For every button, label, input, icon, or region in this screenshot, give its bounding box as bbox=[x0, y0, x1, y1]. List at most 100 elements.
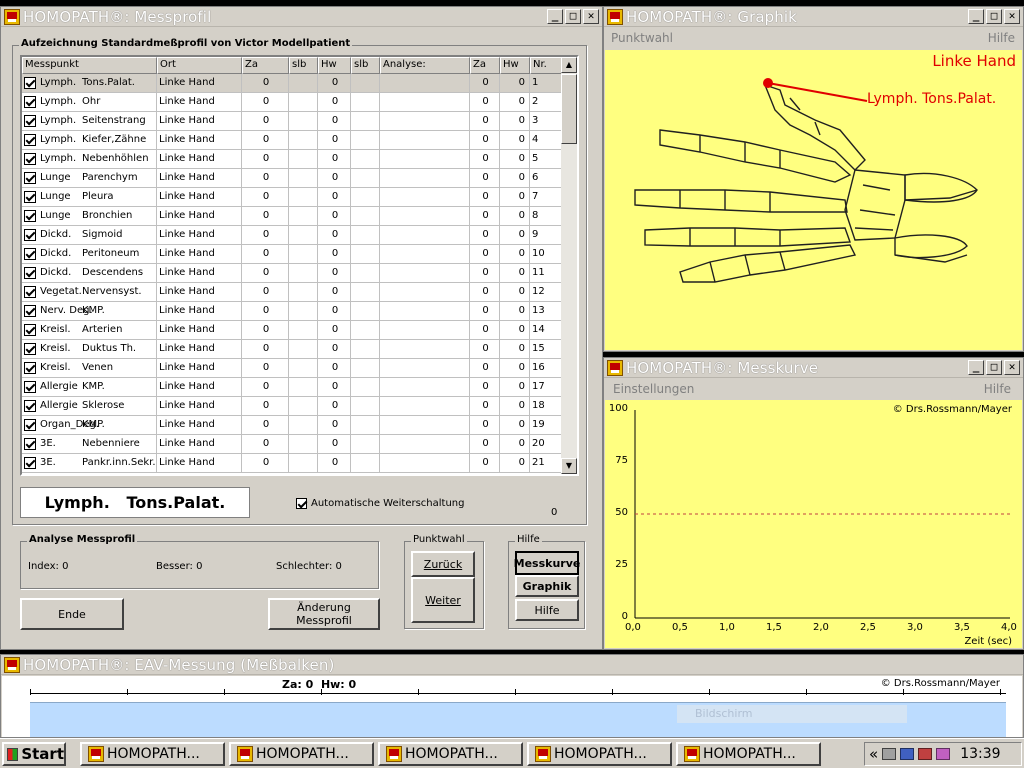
taskbar-item[interactable]: HOMOPATH... bbox=[527, 742, 672, 766]
checkbox-checked-icon[interactable] bbox=[24, 305, 36, 317]
printer-icon[interactable] bbox=[882, 748, 897, 760]
checkbox-checked-icon[interactable] bbox=[24, 267, 36, 279]
taskbar-item[interactable]: HOMOPATH... bbox=[676, 742, 821, 766]
messpunkt-cell[interactable]: Kreisl. Venen bbox=[22, 359, 157, 377]
maximize-button[interactable]: □ bbox=[986, 360, 1002, 375]
messpunkt-cell[interactable]: Lymph. Tons.Palat. bbox=[22, 74, 157, 92]
table-row[interactable]: Lymph. Ohr Linke Hand 0 0 0 0 2 bbox=[22, 93, 565, 112]
column-header[interactable]: Za bbox=[242, 57, 289, 74]
scroll-up-icon[interactable]: ▲ bbox=[561, 57, 577, 73]
messpunkt-cell[interactable]: Lymph. Nebenhöhlen bbox=[22, 150, 157, 168]
table-row[interactable]: Dickd. Sigmoid Linke Hand 0 0 0 0 9 bbox=[22, 226, 565, 245]
graphik-button[interactable]: Graphik bbox=[515, 575, 579, 597]
messpunkt-cell[interactable]: Dickd. Sigmoid bbox=[22, 226, 157, 244]
taskbar-item[interactable]: HOMOPATH... bbox=[80, 742, 225, 766]
measurement-point-marker[interactable] bbox=[763, 78, 773, 88]
table-row[interactable]: Lymph. Seitenstrang Linke Hand 0 0 0 0 3 bbox=[22, 112, 565, 131]
table-row[interactable]: Dickd. Peritoneum Linke Hand 0 0 0 0 10 bbox=[22, 245, 565, 264]
eav-titlebar[interactable]: HOMOPATH®: EAV-Messung (Meßbalken) bbox=[1, 655, 1023, 675]
checkbox-checked-icon[interactable] bbox=[24, 457, 36, 469]
minimize-button[interactable]: _ bbox=[968, 360, 984, 375]
menu-punktwahl[interactable]: Punktwahl bbox=[611, 31, 673, 45]
table-row[interactable]: Lunge Parenchym Linke Hand 0 0 0 0 6 bbox=[22, 169, 565, 188]
checkbox-checked-icon[interactable] bbox=[24, 210, 36, 222]
close-button[interactable]: ✕ bbox=[583, 9, 599, 24]
messpunkt-table[interactable]: Messpunkt Ort Za slb Hw slb Analyse: Za Hw Nr. Ly… bbox=[20, 55, 579, 476]
messpunkt-cell[interactable]: Organ_Deg. KMP. bbox=[22, 416, 157, 434]
hilfe-button[interactable]: Hilfe bbox=[515, 599, 579, 621]
checkbox-checked-icon[interactable] bbox=[24, 343, 36, 355]
taskbar-item[interactable]: HOMOPATH... bbox=[229, 742, 374, 766]
close-button[interactable]: ✕ bbox=[1004, 9, 1020, 24]
column-header[interactable]: Analyse: bbox=[380, 57, 470, 74]
messpunkt-cell[interactable]: Lymph. Kiefer,Zähne bbox=[22, 131, 157, 149]
messpunkt-cell[interactable]: Allergie Sklerose bbox=[22, 397, 157, 415]
checkbox-checked-icon[interactable] bbox=[24, 362, 36, 374]
zurueck-button[interactable]: Zurück bbox=[411, 551, 475, 577]
table-row[interactable]: Lymph. Kiefer,Zähne Linke Hand 0 0 0 0 4 bbox=[22, 131, 565, 150]
table-row[interactable]: Vegetat. Nervensyst. Linke Hand 0 0 0 0 12 bbox=[22, 283, 565, 302]
checkbox-checked-icon[interactable] bbox=[24, 115, 36, 127]
auto-weiterschaltung-checkbox[interactable]: Automatische Weiterschaltung bbox=[296, 498, 464, 509]
table-row[interactable]: Kreisl. Duktus Th. Linke Hand 0 0 0 0 15 bbox=[22, 340, 565, 359]
network-icon[interactable] bbox=[900, 748, 915, 760]
messpunkt-cell[interactable]: Kreisl. Duktus Th. bbox=[22, 340, 157, 358]
messpunkt-cell[interactable]: Vegetat. Nervensyst. bbox=[22, 283, 157, 301]
checkbox-checked-icon[interactable] bbox=[24, 381, 36, 393]
messpunkt-cell[interactable]: 3E. Nebenniere bbox=[22, 435, 157, 453]
checkbox-checked-icon[interactable] bbox=[24, 438, 36, 450]
maximize-button[interactable]: □ bbox=[565, 9, 581, 24]
messpunkt-cell[interactable]: Allergie KMP. bbox=[22, 378, 157, 396]
table-row[interactable]: Allergie KMP. Linke Hand 0 0 0 0 17 bbox=[22, 378, 565, 397]
messkurve-titlebar[interactable]: HOMOPATH®: Messkurve _ □ ✕ bbox=[604, 358, 1023, 378]
checkbox-checked-icon[interactable] bbox=[24, 419, 36, 431]
checkbox-checked-icon[interactable] bbox=[24, 191, 36, 203]
weiter-button[interactable]: Weiter bbox=[411, 577, 475, 623]
checkbox-checked-icon[interactable] bbox=[24, 400, 36, 412]
table-row[interactable]: Lymph. Nebenhöhlen Linke Hand 0 0 0 0 5 bbox=[22, 150, 565, 169]
checkbox-checked-icon[interactable] bbox=[24, 134, 36, 146]
menu-hilfe[interactable]: Hilfe bbox=[984, 382, 1011, 396]
column-header[interactable]: Messpunkt bbox=[22, 57, 157, 74]
column-header[interactable]: Ort bbox=[157, 57, 242, 74]
aenderung-messprofil-button[interactable]: Änderung Messprofil bbox=[268, 598, 380, 630]
messpunkt-cell[interactable]: Dickd. Peritoneum bbox=[22, 245, 157, 263]
hand-graphic-area[interactable]: Linke Hand Lymph. Tons.Palat. bbox=[605, 50, 1022, 350]
messkurve-button[interactable]: Messkurve bbox=[514, 551, 580, 575]
column-header[interactable]: Za bbox=[470, 57, 500, 74]
column-header[interactable]: slb bbox=[289, 57, 318, 74]
tray-chevron[interactable]: « bbox=[869, 745, 878, 763]
minimize-button[interactable]: _ bbox=[968, 9, 984, 24]
messpunkt-cell[interactable]: Lymph. Seitenstrang bbox=[22, 112, 157, 130]
table-row[interactable]: Allergie Sklerose Linke Hand 0 0 0 0 18 bbox=[22, 397, 565, 416]
messpunkt-cell[interactable]: Lunge Bronchien bbox=[22, 207, 157, 225]
table-row[interactable]: Lunge Pleura Linke Hand 0 0 0 0 7 bbox=[22, 188, 565, 207]
minimize-button[interactable]: _ bbox=[547, 9, 563, 24]
table-row[interactable]: Kreisl. Arterien Linke Hand 0 0 0 0 14 bbox=[22, 321, 565, 340]
messprofil-titlebar[interactable]: HOMOPATH®: Messprofil _ □ ✕ bbox=[1, 7, 602, 27]
checkbox-checked-icon[interactable] bbox=[24, 77, 36, 89]
start-button[interactable]: Start bbox=[2, 742, 66, 766]
menu-hilfe[interactable]: Hilfe bbox=[988, 31, 1015, 45]
table-row[interactable]: Organ_Deg. KMP. Linke Hand 0 0 0 0 19 bbox=[22, 416, 565, 435]
column-header[interactable]: Hw bbox=[318, 57, 351, 74]
messpunkt-cell[interactable]: Kreisl. Arterien bbox=[22, 321, 157, 339]
checkbox-checked-icon[interactable] bbox=[24, 153, 36, 165]
messpunkt-cell[interactable]: 3E. Pankr.inn.Sekr. bbox=[22, 454, 157, 472]
table-row[interactable]: Lymph. Tons.Palat. Linke Hand 0 0 0 0 1 bbox=[22, 74, 565, 93]
column-header[interactable]: Hw bbox=[500, 57, 530, 74]
menu-einstellungen[interactable]: Einstellungen bbox=[613, 382, 694, 396]
checkbox-checked-icon[interactable] bbox=[24, 324, 36, 336]
checkbox-checked-icon[interactable] bbox=[24, 248, 36, 260]
messpunkt-cell[interactable]: Nerv. Deg. KMP. bbox=[22, 302, 157, 320]
tray-tool-icon[interactable] bbox=[936, 748, 951, 760]
messpunkt-cell[interactable]: Lunge Parenchym bbox=[22, 169, 157, 187]
column-header[interactable]: slb bbox=[351, 57, 380, 74]
column-header[interactable]: Nr. bbox=[530, 57, 565, 74]
messpunkt-cell[interactable]: Dickd. Descendens bbox=[22, 264, 157, 282]
checkbox-checked-icon[interactable] bbox=[296, 498, 307, 509]
ende-button[interactable]: Ende bbox=[20, 598, 124, 630]
checkbox-checked-icon[interactable] bbox=[24, 286, 36, 298]
messpunkt-cell[interactable]: Lunge Pleura bbox=[22, 188, 157, 206]
scroll-down-icon[interactable]: ▼ bbox=[561, 458, 577, 474]
